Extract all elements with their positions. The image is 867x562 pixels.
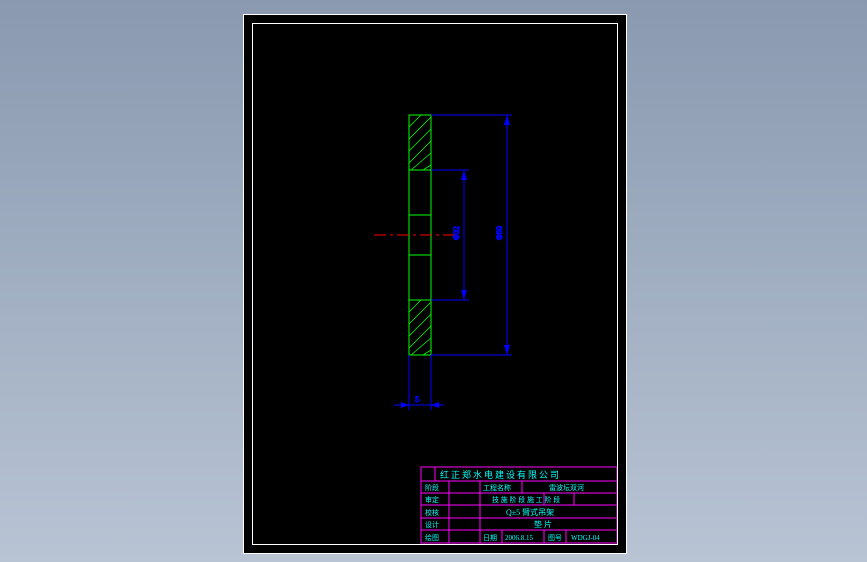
drawing-sheet: Φ32 Φ50 5 红正郑水电建设有限公司: [243, 14, 627, 554]
inner-border: [252, 23, 618, 545]
